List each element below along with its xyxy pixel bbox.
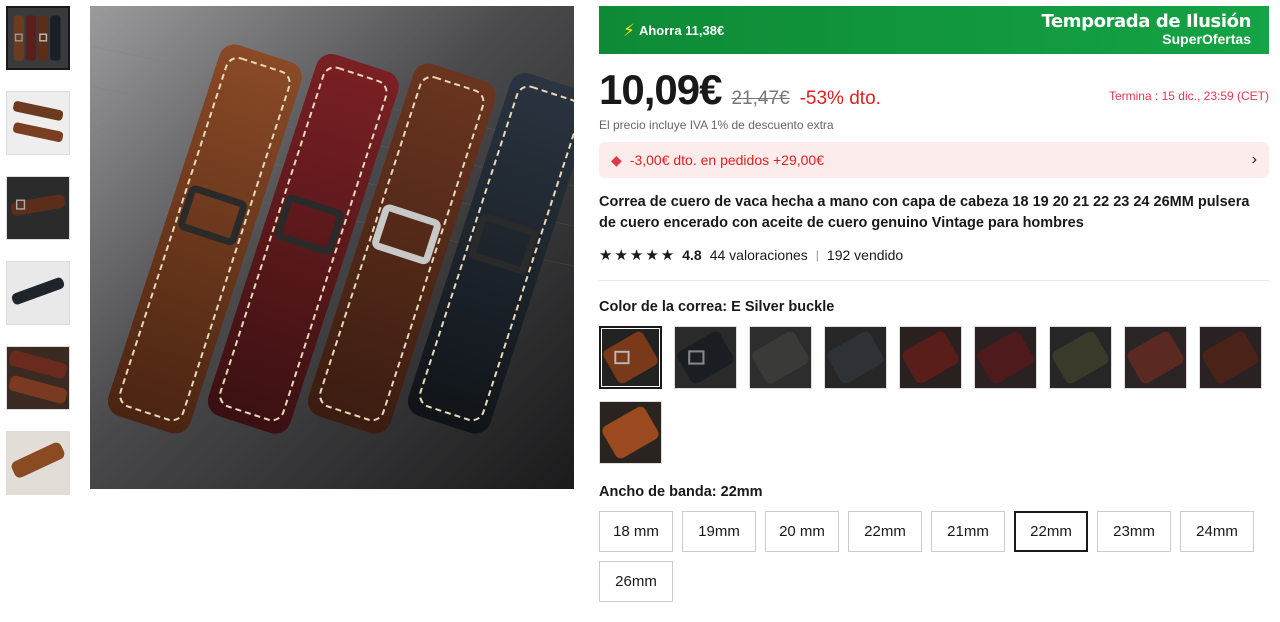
size-18mm[interactable]: 18 mm	[599, 511, 673, 552]
discount-percent: -53% dto.	[799, 88, 881, 109]
size-22mm-a[interactable]: 22mm	[848, 511, 922, 552]
offer-end-time: Termina : 15 dic., 23:59 (CET)	[1108, 89, 1269, 103]
thumbnail-6[interactable]	[6, 431, 70, 495]
current-price: 10,09€	[599, 66, 722, 113]
main-product-image[interactable]	[90, 6, 574, 489]
thumbnail-2[interactable]	[6, 91, 70, 155]
size-22mm-selected[interactable]: 22mm	[1014, 511, 1088, 552]
swatch-black[interactable]	[674, 326, 737, 389]
size-20mm[interactable]: 20 mm	[765, 511, 839, 552]
swatch-brown[interactable]	[599, 326, 662, 389]
promo-save: ⚡ Ahorra 11,38€	[623, 22, 724, 39]
price-row: 10,09€ 21,47€ -53% dto. Termina : 15 dic…	[599, 66, 1269, 113]
rating-row: ★★★★★ 4.8 44 valoraciones | 192 vendido	[599, 246, 1269, 264]
star-rating-icon: ★★★★★	[599, 247, 677, 264]
coupon-banner[interactable]: ◆ -3,00€ dto. en pedidos +29,00€ ›	[599, 142, 1269, 178]
thumbnail-4[interactable]	[6, 261, 70, 325]
thumbnail-3[interactable]	[6, 176, 70, 240]
swatch-chocolate[interactable]	[1124, 326, 1187, 389]
thumbnail-list	[6, 6, 72, 516]
swatch-dark-red[interactable]	[899, 326, 962, 389]
color-option-label: Color de la correa: E Silver buckle	[599, 299, 835, 315]
size-21mm[interactable]: 21mm	[931, 511, 1005, 552]
product-info: ⚡ Ahorra 11,38€ Temporada de Ilusión Sup…	[599, 6, 1269, 611]
campaign-block: Temporada de Ilusión SuperOfertas	[1041, 11, 1251, 48]
sold-count: 192 vendido	[826, 247, 904, 263]
size-23mm[interactable]: 23mm	[1097, 511, 1171, 552]
tag-icon: ◆	[611, 151, 622, 168]
vat-note: El precio incluye IVA 1% de descuento ex…	[599, 118, 834, 132]
promo-save-text: Ahorra 11,38€	[638, 22, 725, 38]
coupon-text: -3,00€ dto. en pedidos +29,00€	[629, 152, 824, 168]
reviews-link[interactable]: 44 valoraciones	[710, 247, 808, 263]
swatch-olive[interactable]	[1049, 326, 1112, 389]
promo-banner[interactable]: ⚡ Ahorra 11,38€ Temporada de Ilusión Sup…	[599, 6, 1269, 54]
lightning-icon: ⚡	[623, 20, 635, 40]
swatch-dark-grey[interactable]	[749, 326, 812, 389]
divider	[599, 280, 1269, 281]
swatch-tan[interactable]	[599, 401, 662, 464]
product-title: Correa de cuero de vaca hecha a mano con…	[599, 194, 1250, 231]
size-options: 18 mm 19mm 20 mm 22mm 21mm 22mm 23mm 24m…	[599, 511, 1279, 611]
swatch-black-grey[interactable]	[824, 326, 887, 389]
size-24mm[interactable]: 24mm	[1180, 511, 1254, 552]
swatch-deep-brown[interactable]	[1199, 326, 1262, 389]
campaign-subtitle: SuperOfertas	[1162, 31, 1251, 48]
thumbnail-5[interactable]	[6, 346, 70, 410]
original-price: 21,47€	[731, 88, 790, 109]
size-19mm[interactable]: 19mm	[682, 511, 756, 552]
rating-value: 4.8	[682, 247, 702, 263]
thumbnail-1[interactable]	[6, 6, 70, 70]
size-26mm[interactable]: 26mm	[599, 561, 673, 602]
size-option-label: Ancho de banda: 22mm	[599, 484, 763, 500]
campaign-title: Temporada de Ilusión	[1041, 11, 1251, 33]
color-swatches	[599, 326, 1279, 476]
separator: |	[815, 248, 819, 262]
chevron-right-icon: ›	[1251, 151, 1257, 168]
swatch-wine[interactable]	[974, 326, 1037, 389]
